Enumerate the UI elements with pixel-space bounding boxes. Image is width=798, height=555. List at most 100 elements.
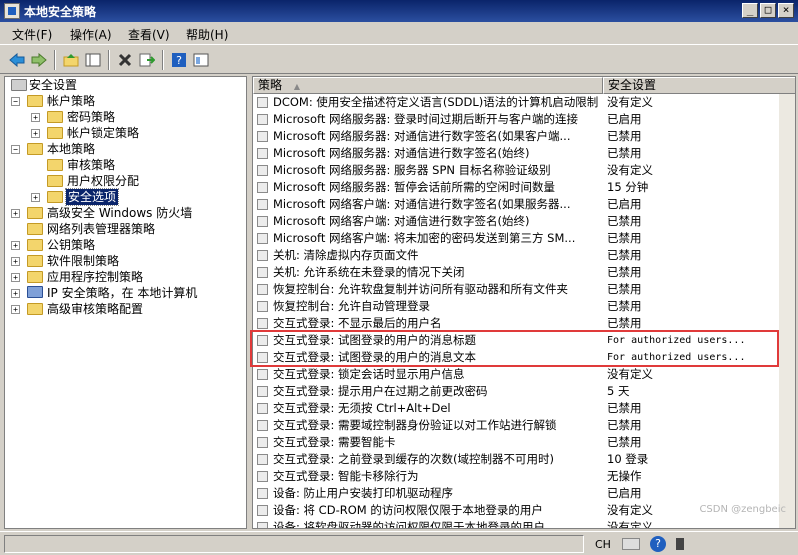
vertical-scrollbar[interactable] bbox=[779, 94, 795, 528]
table-row[interactable]: 恢复控制台: 允许软盘复制并访问所有驱动器和所有文件夹 已禁用 bbox=[253, 281, 795, 298]
watermark: CSDN @zengbeic bbox=[699, 504, 786, 515]
tree-item-application-control[interactable]: + 应用程序控制策略 bbox=[5, 269, 245, 285]
table-row[interactable]: Microsoft 网络服务器: 对通信进行数字签名(如果客户端... 已禁用 bbox=[253, 128, 795, 145]
menu-view[interactable]: 查看(V) bbox=[128, 26, 170, 43]
tree-item-account-lockout-policy[interactable]: + 帐户锁定策略 bbox=[5, 125, 245, 141]
table-row[interactable]: 交互式登录: 需要域控制器身份验证以对工作站进行解锁 已禁用 bbox=[253, 417, 795, 434]
table-row[interactable]: 交互式登录: 之前登录到缓存的次数(域控制器不可用时) 10 登录 bbox=[253, 451, 795, 468]
policy-icon bbox=[257, 505, 268, 516]
table-row[interactable]: Microsoft 网络服务器: 对通信进行数字签名(始终) 已禁用 bbox=[253, 145, 795, 162]
tree-item-account-policies[interactable]: − 帐户策略 bbox=[5, 93, 245, 109]
table-row[interactable]: 恢复控制台: 允许自动管理登录 已禁用 bbox=[253, 298, 795, 315]
expand-icon[interactable]: + bbox=[11, 257, 20, 266]
properties-icon[interactable] bbox=[190, 49, 212, 71]
expand-icon[interactable]: + bbox=[11, 289, 20, 298]
policy-icon bbox=[257, 488, 268, 499]
column-header-setting[interactable]: 安全设置 bbox=[603, 77, 795, 94]
expand-icon[interactable]: + bbox=[31, 129, 40, 138]
policy-setting: 已禁用 bbox=[607, 214, 642, 228]
table-row[interactable]: Microsoft 网络服务器: 暂停会话前所需的空闲时间数量 15 分钟 bbox=[253, 179, 795, 196]
forward-icon[interactable] bbox=[28, 49, 50, 71]
policy-setting: 已禁用 bbox=[607, 129, 642, 143]
policy-setting: 10 登录 bbox=[607, 452, 649, 466]
menu-action[interactable]: 操作(A) bbox=[70, 26, 112, 43]
expand-icon[interactable]: + bbox=[11, 305, 20, 314]
policy-icon bbox=[257, 301, 268, 312]
table-row[interactable]: 关机: 清除虚拟内存页面文件 已禁用 bbox=[253, 247, 795, 264]
policy-icon bbox=[257, 165, 268, 176]
up-icon[interactable] bbox=[60, 49, 82, 71]
policy-icon bbox=[257, 369, 268, 380]
policy-setting: 已启用 bbox=[607, 112, 642, 126]
tree-item-security-settings[interactable]: 安全设置 bbox=[5, 77, 245, 93]
tree-item-advanced-audit[interactable]: + 高级审核策略配置 bbox=[5, 301, 245, 317]
table-row[interactable]: 交互式登录: 锁定会话时显示用户信息 没有定义 bbox=[253, 366, 795, 383]
tree-item-public-key-policies[interactable]: + 公钥策略 bbox=[5, 237, 245, 253]
table-row[interactable]: Microsoft 网络客户端: 对通信进行数字签名(如果服务器... 已启用 bbox=[253, 196, 795, 213]
policy-name: DCOM: 使用安全描述符定义语言(SDDL)语法的计算机启动限制 bbox=[273, 95, 599, 109]
export-icon[interactable] bbox=[136, 49, 158, 71]
back-icon[interactable] bbox=[6, 49, 28, 71]
policy-setting: 无操作 bbox=[607, 469, 642, 483]
policy-setting: 已启用 bbox=[607, 197, 642, 211]
folder-icon bbox=[47, 127, 63, 139]
language-indicator[interactable]: CH bbox=[595, 538, 611, 551]
table-row[interactable]: 交互式登录: 提示用户在过期之前更改密码 5 天 bbox=[253, 383, 795, 400]
policy-name: Microsoft 网络客户端: 对通信进行数字签名(如果服务器... bbox=[273, 197, 571, 211]
tree-item-windows-firewall[interactable]: + 高级安全 Windows 防火墙 bbox=[5, 205, 245, 221]
expand-icon[interactable]: + bbox=[31, 113, 40, 122]
table-row[interactable]: 设备: 将软盘驱动器的访问权限仅限于本地登录的用户 没有定义 bbox=[253, 519, 795, 528]
policy-name: 交互式登录: 提示用户在过期之前更改密码 bbox=[273, 384, 488, 398]
expand-icon[interactable]: + bbox=[11, 241, 20, 250]
tree-item-local-policies[interactable]: − 本地策略 bbox=[5, 141, 245, 157]
policy-list: 策略 ▲ 安全设置 DCOM: 使用安全描述符定义语言(SDDL)语法的计算机启… bbox=[252, 76, 796, 529]
table-row[interactable]: DCOM: 使用安全描述符定义语言(SDDL)语法的计算机启动限制 没有定义 bbox=[253, 94, 795, 111]
title-bar: 本地安全策略 _ □ × bbox=[0, 0, 798, 22]
table-row[interactable]: 交互式登录: 需要智能卡 已禁用 bbox=[253, 434, 795, 451]
table-row[interactable]: 关机: 允许系统在未登录的情况下关闭 已禁用 bbox=[253, 264, 795, 281]
ip-security-icon bbox=[27, 286, 43, 298]
delete-icon[interactable] bbox=[114, 49, 136, 71]
help-icon[interactable]: ? bbox=[650, 536, 666, 552]
policy-name: Microsoft 网络服务器: 对通信进行数字签名(始终) bbox=[273, 146, 530, 160]
folder-icon bbox=[27, 95, 43, 107]
policy-setting: 已禁用 bbox=[607, 435, 642, 449]
window-title: 本地安全策略 bbox=[24, 5, 97, 19]
maximize-button[interactable]: □ bbox=[760, 3, 776, 18]
tree-item-security-options[interactable]: + 安全选项 bbox=[5, 188, 245, 206]
menu-bar: 文件(F) 操作(A) 查看(V) 帮助(H) bbox=[0, 22, 798, 44]
close-button[interactable]: × bbox=[778, 3, 794, 18]
tree-item-software-restriction[interactable]: + 软件限制策略 bbox=[5, 253, 245, 269]
table-row[interactable]: Microsoft 网络客户端: 将未加密的密码发送到第三方 SM... 已禁用 bbox=[253, 230, 795, 247]
expand-icon[interactable]: + bbox=[11, 273, 20, 282]
column-header-policy[interactable]: 策略 ▲ bbox=[253, 77, 603, 94]
policy-icon bbox=[257, 420, 268, 431]
policy-icon bbox=[257, 454, 268, 465]
table-row[interactable]: 交互式登录: 智能卡移除行为 无操作 bbox=[253, 468, 795, 485]
tree-item-ip-security[interactable]: + IP 安全策略，在 本地计算机 bbox=[5, 285, 245, 301]
table-row[interactable]: Microsoft 网络服务器: 登录时间过期后断开与客户端的连接 已启用 bbox=[253, 111, 795, 128]
expand-icon[interactable]: + bbox=[11, 209, 20, 218]
table-row[interactable]: 设备: 防止用户安装打印机驱动程序 已启用 bbox=[253, 485, 795, 502]
folder-icon bbox=[47, 191, 63, 203]
minimize-button[interactable]: _ bbox=[742, 3, 758, 18]
collapse-icon[interactable]: − bbox=[11, 145, 20, 154]
table-row[interactable]: Microsoft 网络客户端: 对通信进行数字签名(始终) 已禁用 bbox=[253, 213, 795, 230]
tree-item-audit-policy[interactable]: 审核策略 bbox=[5, 157, 245, 173]
table-row[interactable]: 交互式登录: 无须按 Ctrl+Alt+Del 已禁用 bbox=[253, 400, 795, 417]
table-row[interactable]: Microsoft 网络服务器: 服务器 SPN 目标名称验证级别 没有定义 bbox=[253, 162, 795, 179]
security-settings-icon bbox=[11, 79, 27, 91]
policy-setting: 没有定义 bbox=[607, 367, 653, 381]
expand-icon[interactable]: + bbox=[31, 193, 40, 202]
policy-name: Microsoft 网络客户端: 将未加密的密码发送到第三方 SM... bbox=[273, 231, 576, 245]
keyboard-icon[interactable] bbox=[622, 538, 640, 550]
help-icon[interactable]: ? bbox=[168, 49, 190, 71]
menu-file[interactable]: 文件(F) bbox=[12, 26, 52, 43]
show-tree-icon[interactable] bbox=[82, 49, 104, 71]
tree-item-user-rights-assignment[interactable]: 用户权限分配 bbox=[5, 173, 245, 189]
collapse-icon[interactable]: − bbox=[11, 97, 20, 106]
policy-icon bbox=[257, 250, 268, 261]
tree-item-password-policy[interactable]: + 密码策略 bbox=[5, 109, 245, 125]
tree-item-network-list-manager[interactable]: 网络列表管理器策略 bbox=[5, 221, 245, 237]
menu-help[interactable]: 帮助(H) bbox=[186, 26, 228, 43]
